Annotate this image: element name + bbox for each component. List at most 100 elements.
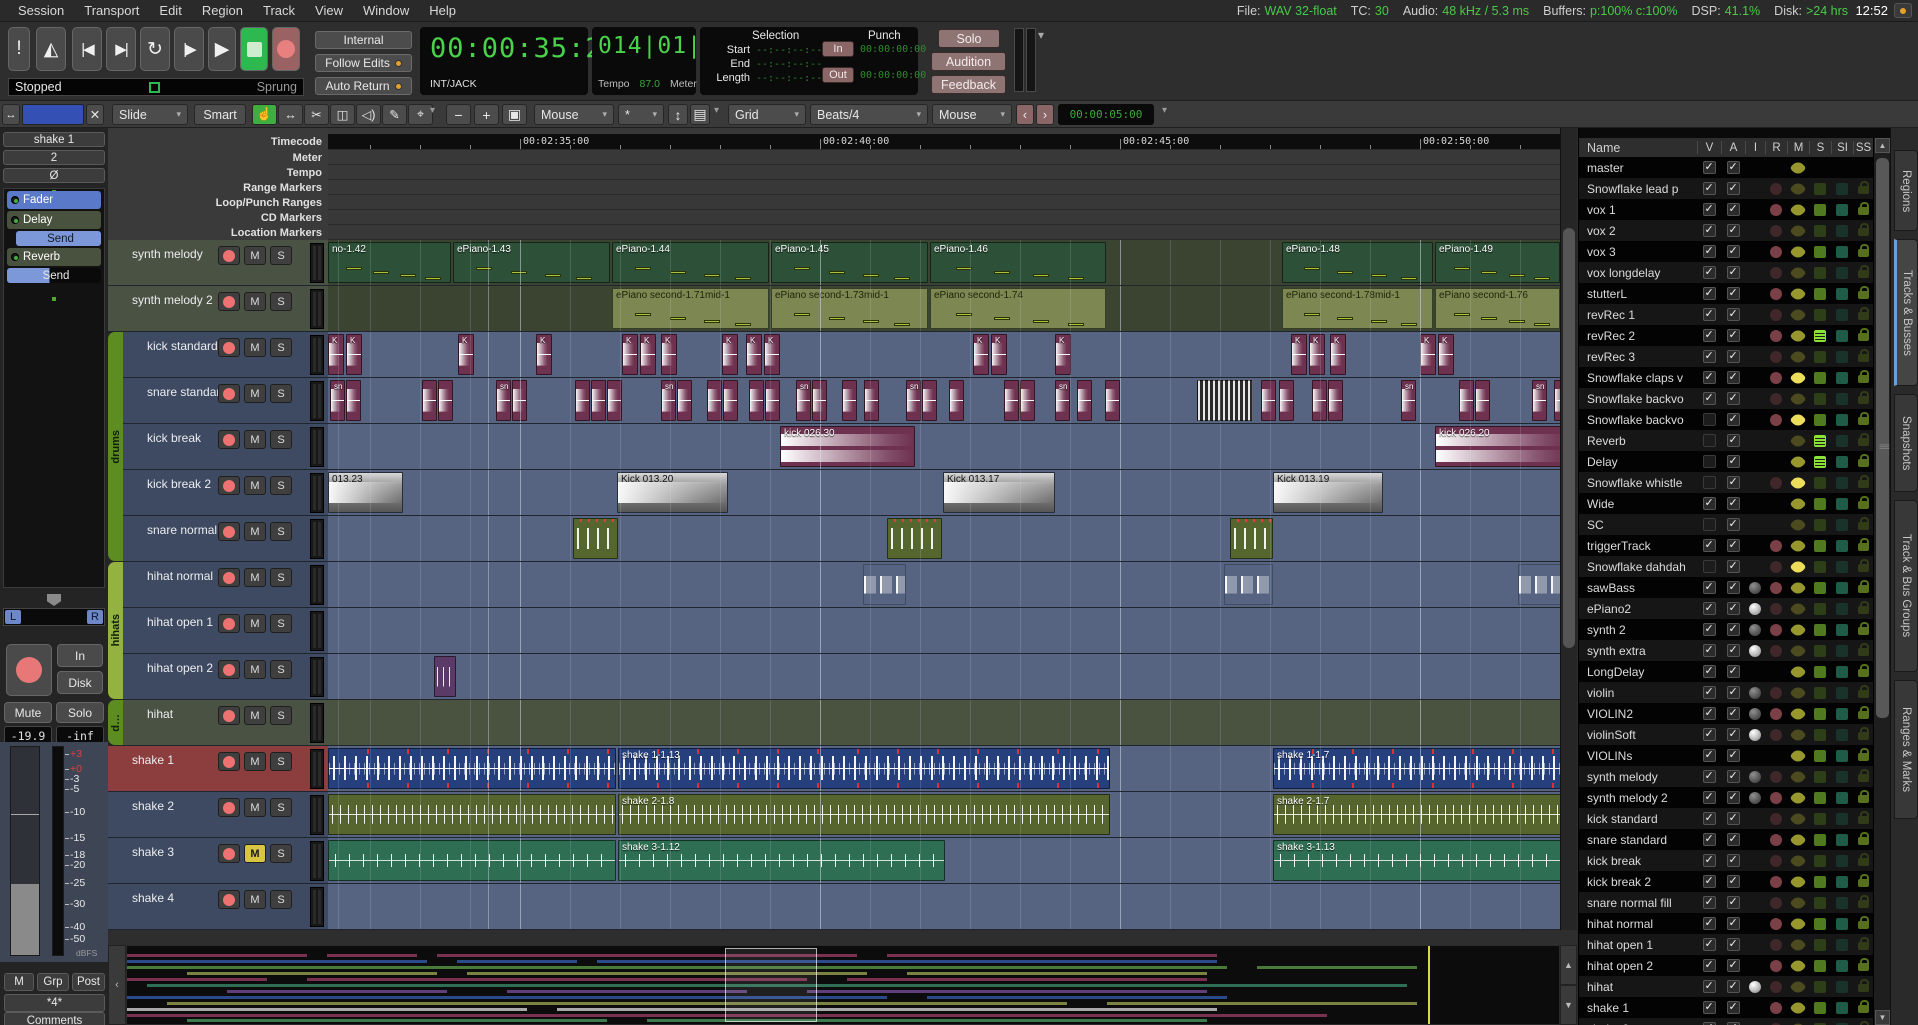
active-cell[interactable]: [1721, 938, 1745, 951]
processor-reverb[interactable]: Reverb: [7, 248, 101, 266]
summary-up-arrow[interactable]: ▲: [1560, 945, 1577, 985]
primary-clock[interactable]: 00:00:35:25 INT/JACK: [420, 27, 588, 95]
solo-icon[interactable]: [1814, 393, 1826, 405]
region[interactable]: K: [746, 334, 762, 375]
record-enable-icon[interactable]: [218, 752, 240, 771]
active-cell[interactable]: [1721, 602, 1745, 615]
solo-cell[interactable]: [1809, 204, 1831, 216]
strip-phase-button[interactable]: Ø: [3, 168, 105, 183]
input-indicator-icon[interactable]: [1749, 729, 1761, 741]
group-name-button[interactable]: *4*: [4, 994, 105, 1012]
solo-isolate-cell[interactable]: [1831, 435, 1853, 447]
visible-checkbox[interactable]: [1703, 224, 1716, 237]
mute-icon[interactable]: [1790, 789, 1807, 806]
draw-tool[interactable]: ✎: [382, 104, 407, 125]
visible-checkbox[interactable]: [1703, 1001, 1716, 1014]
region[interactable]: sn: [796, 380, 811, 421]
record-enable-icon[interactable]: [1770, 939, 1782, 951]
solo-safe-cell[interactable]: [1853, 708, 1873, 719]
active-checkbox[interactable]: [1727, 539, 1740, 552]
solo-cell[interactable]: [1809, 225, 1831, 237]
menu-edit[interactable]: Edit: [149, 3, 191, 18]
active-cell[interactable]: [1721, 497, 1745, 510]
solo-cell[interactable]: [1809, 309, 1831, 321]
record-enable-icon[interactable]: [218, 246, 240, 265]
input-indicator-icon[interactable]: [1749, 771, 1761, 783]
solo-isolate-cell[interactable]: [1831, 939, 1853, 951]
active-checkbox[interactable]: [1727, 686, 1740, 699]
solo-icon[interactable]: [1814, 960, 1826, 972]
mute-icon[interactable]: M: [244, 430, 266, 449]
scroll-up-icon[interactable]: ▲: [1875, 138, 1890, 153]
solo-isolate-icon[interactable]: [1836, 834, 1848, 846]
active-checkbox[interactable]: [1727, 854, 1740, 867]
goto-start-button[interactable]: |◀: [72, 27, 102, 71]
solo-isolate-cell[interactable]: [1831, 561, 1853, 573]
track-name[interactable]: kick standard: [147, 339, 218, 353]
solo-cell[interactable]: [1809, 561, 1831, 573]
region[interactable]: K: [536, 334, 552, 375]
mute-icon[interactable]: [1790, 642, 1807, 659]
canvas-vertical-scrollbar[interactable]: [1560, 128, 1577, 930]
mute-cell[interactable]: [1787, 603, 1809, 615]
solo-safe-lock-icon[interactable]: [1858, 270, 1869, 278]
record-enable-icon[interactable]: [1770, 540, 1782, 552]
region[interactable]: shake 3-1.12: [618, 840, 945, 881]
zoom-focus-dropdown[interactable]: Mouse▾: [534, 104, 614, 125]
solo-isolate-cell[interactable]: [1831, 624, 1853, 636]
ruler-row[interactable]: [328, 210, 1560, 225]
solo-safe-lock-icon[interactable]: [1858, 816, 1869, 824]
solo-icon[interactable]: [1814, 435, 1826, 447]
record-enable-icon[interactable]: [1770, 813, 1782, 825]
primary-clock-digits[interactable]: 00:00:35:25: [420, 27, 588, 64]
visible-checkbox[interactable]: [1703, 602, 1716, 615]
solo-isolate-icon[interactable]: [1836, 729, 1848, 741]
solo-isolate-cell[interactable]: [1831, 288, 1853, 300]
solo-safe-cell[interactable]: [1853, 456, 1873, 467]
mute-cell[interactable]: [1787, 897, 1809, 909]
solo-safe-lock-icon[interactable]: [1858, 501, 1869, 509]
active-cell[interactable]: [1721, 371, 1745, 384]
visible-cell[interactable]: [1697, 518, 1721, 531]
region[interactable]: [812, 380, 827, 421]
track-lane-shake-1[interactable]: shake 1-1.13shake 1-1.7: [328, 746, 1560, 792]
rec-cell[interactable]: [1765, 834, 1787, 846]
solo-cell[interactable]: [1809, 435, 1831, 447]
solo-safe-lock-icon[interactable]: [1858, 879, 1869, 887]
track-header-kick-standard[interactable]: kick standardMS: [123, 332, 328, 378]
track-lane-hihat-open-1[interactable]: [328, 608, 1560, 654]
region[interactable]: ePiano second-1.76: [1435, 288, 1560, 329]
track-list-row[interactable]: snare normal fill: [1579, 892, 1873, 913]
solo-safe-lock-icon[interactable]: [1858, 837, 1869, 845]
solo-isolate-icon[interactable]: [1836, 330, 1848, 342]
solo-safe-cell[interactable]: [1853, 939, 1873, 950]
region[interactable]: ePiano-1.49: [1435, 242, 1560, 283]
mute-icon[interactable]: [1790, 201, 1807, 218]
track-lane-hihat[interactable]: [328, 700, 1560, 746]
menu-window[interactable]: Window: [353, 3, 419, 18]
region[interactable]: sn: [661, 380, 676, 421]
active-checkbox[interactable]: [1727, 707, 1740, 720]
track-list-row[interactable]: vox 2: [1579, 220, 1873, 241]
solo-safe-lock-icon[interactable]: [1858, 900, 1869, 908]
active-cell[interactable]: [1721, 707, 1745, 720]
solo-icon[interactable]: [1814, 897, 1826, 909]
solo-icon[interactable]: [1814, 918, 1826, 930]
active-checkbox[interactable]: [1727, 245, 1740, 258]
active-checkbox[interactable]: [1727, 812, 1740, 825]
solo-icon[interactable]: [1814, 876, 1826, 888]
visible-checkbox[interactable]: [1703, 917, 1716, 930]
visible-checkbox[interactable]: [1703, 707, 1716, 720]
input-cell[interactable]: [1745, 708, 1765, 720]
solo-icon[interactable]: [1814, 771, 1826, 783]
solo-icon[interactable]: [1814, 498, 1826, 510]
active-checkbox[interactable]: [1727, 329, 1740, 342]
grid-unit-dropdown[interactable]: Beats/4▾: [810, 104, 928, 125]
track-list-row[interactable]: hihat: [1579, 976, 1873, 997]
record-enable-icon[interactable]: [1770, 582, 1782, 594]
solo-icon[interactable]: [1814, 813, 1826, 825]
solo-icon[interactable]: [1814, 939, 1826, 951]
solo-safe-cell[interactable]: [1853, 561, 1873, 572]
visible-cell[interactable]: [1697, 182, 1721, 195]
punch-in-button[interactable]: In: [822, 41, 854, 57]
